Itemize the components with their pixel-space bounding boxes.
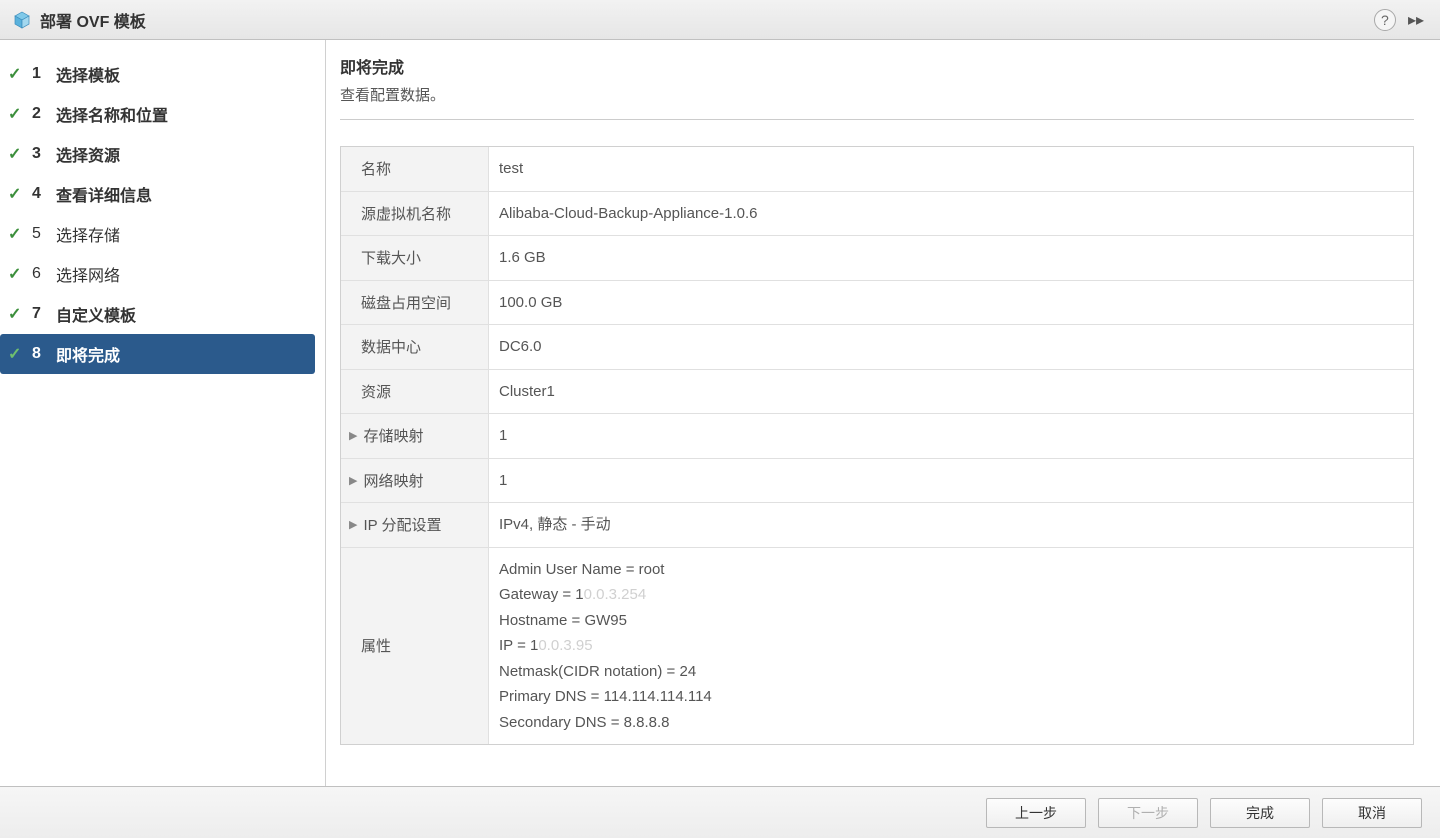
content-panel: 即将完成 查看配置数据。 名称 test 源虚拟机名称 Alibaba-Clou…: [326, 40, 1440, 786]
row-value: 1: [489, 414, 1413, 458]
caret-right-icon[interactable]: ▶: [349, 518, 357, 531]
row-resource: 资源 Cluster1: [341, 370, 1413, 415]
summary-table: 名称 test 源虚拟机名称 Alibaba-Cloud-Backup-Appl…: [340, 146, 1414, 745]
step-select-resource[interactable]: ✓ 3 选择资源: [0, 134, 325, 174]
row-value: 100.0 GB: [489, 281, 1413, 325]
row-key: 磁盘占用空间: [341, 281, 489, 325]
row-value: 1: [489, 459, 1413, 503]
back-button[interactable]: 上一步: [986, 798, 1086, 828]
step-select-storage[interactable]: ✓ 5 选择存储: [0, 214, 325, 254]
row-ip-allocation: ▶IP 分配设置 IPv4, 静态 - 手动: [341, 503, 1413, 548]
row-source-vm-name: 源虚拟机名称 Alibaba-Cloud-Backup-Appliance-1.…: [341, 192, 1413, 237]
row-value: Alibaba-Cloud-Backup-Appliance-1.0.6: [489, 192, 1413, 236]
caret-right-icon[interactable]: ▶: [349, 429, 357, 442]
check-icon: ✓: [8, 104, 26, 124]
wizard-sidebar: ✓ 1 选择模板 ✓ 2 选择名称和位置 ✓ 3 选择资源 ✓ 4 查看详细信息…: [0, 40, 326, 786]
row-value: IPv4, 静态 - 手动: [489, 503, 1413, 547]
titlebar: 部署 OVF 模板 ? ▸▸: [0, 0, 1440, 40]
row-name: 名称 test: [341, 147, 1413, 192]
help-icon[interactable]: ?: [1374, 9, 1396, 31]
row-key: 源虚拟机名称: [341, 192, 489, 236]
row-value: Cluster1: [489, 370, 1413, 414]
check-icon: ✓: [8, 344, 26, 364]
row-storage-mapping: ▶存储映射 1: [341, 414, 1413, 459]
row-value: test: [489, 147, 1413, 191]
row-key: 资源: [341, 370, 489, 414]
finish-button[interactable]: 完成: [1210, 798, 1310, 828]
main-area: ✓ 1 选择模板 ✓ 2 选择名称和位置 ✓ 3 选择资源 ✓ 4 查看详细信息…: [0, 40, 1440, 786]
caret-right-icon[interactable]: ▶: [349, 474, 357, 487]
step-review-details[interactable]: ✓ 4 查看详细信息: [0, 174, 325, 214]
window-title: 部署 OVF 模板: [40, 8, 1366, 32]
row-key: 属性: [341, 548, 489, 745]
expand-icon[interactable]: ▸▸: [1404, 10, 1428, 30]
step-select-network[interactable]: ✓ 6 选择网络: [0, 254, 325, 294]
cancel-button[interactable]: 取消: [1322, 798, 1422, 828]
footer: 上一步 下一步 完成 取消: [0, 786, 1440, 838]
row-properties: 属性 Admin User Name = root Gateway = 10.0…: [341, 548, 1413, 745]
step-customize-template[interactable]: ✓ 7 自定义模板: [0, 294, 325, 334]
row-value: Admin User Name = root Gateway = 10.0.3.…: [489, 548, 1413, 745]
row-key: ▶存储映射: [341, 414, 489, 458]
row-key: 下载大小: [341, 236, 489, 280]
row-key: 数据中心: [341, 325, 489, 369]
step-select-template[interactable]: ✓ 1 选择模板: [0, 54, 325, 94]
row-datacenter: 数据中心 DC6.0: [341, 325, 1413, 370]
check-icon: ✓: [8, 64, 26, 84]
next-button: 下一步: [1098, 798, 1198, 828]
content-header: 即将完成 查看配置数据。: [340, 54, 1414, 120]
row-value: DC6.0: [489, 325, 1413, 369]
step-select-name-location[interactable]: ✓ 2 选择名称和位置: [0, 94, 325, 134]
check-icon: ✓: [8, 264, 26, 284]
row-key: ▶IP 分配设置: [341, 503, 489, 547]
row-key: ▶网络映射: [341, 459, 489, 503]
step-ready-to-complete[interactable]: ✓ 8 即将完成: [0, 334, 315, 374]
ovf-cube-icon: [12, 10, 32, 30]
row-key: 名称: [341, 147, 489, 191]
row-disk-space: 磁盘占用空间 100.0 GB: [341, 281, 1413, 326]
row-network-mapping: ▶网络映射 1: [341, 459, 1413, 504]
row-value: 1.6 GB: [489, 236, 1413, 280]
check-icon: ✓: [8, 184, 26, 204]
check-icon: ✓: [8, 224, 26, 244]
page-subheading: 查看配置数据。: [340, 84, 1414, 105]
check-icon: ✓: [8, 144, 26, 164]
row-download-size: 下载大小 1.6 GB: [341, 236, 1413, 281]
page-heading: 即将完成: [340, 54, 1414, 78]
check-icon: ✓: [8, 304, 26, 324]
